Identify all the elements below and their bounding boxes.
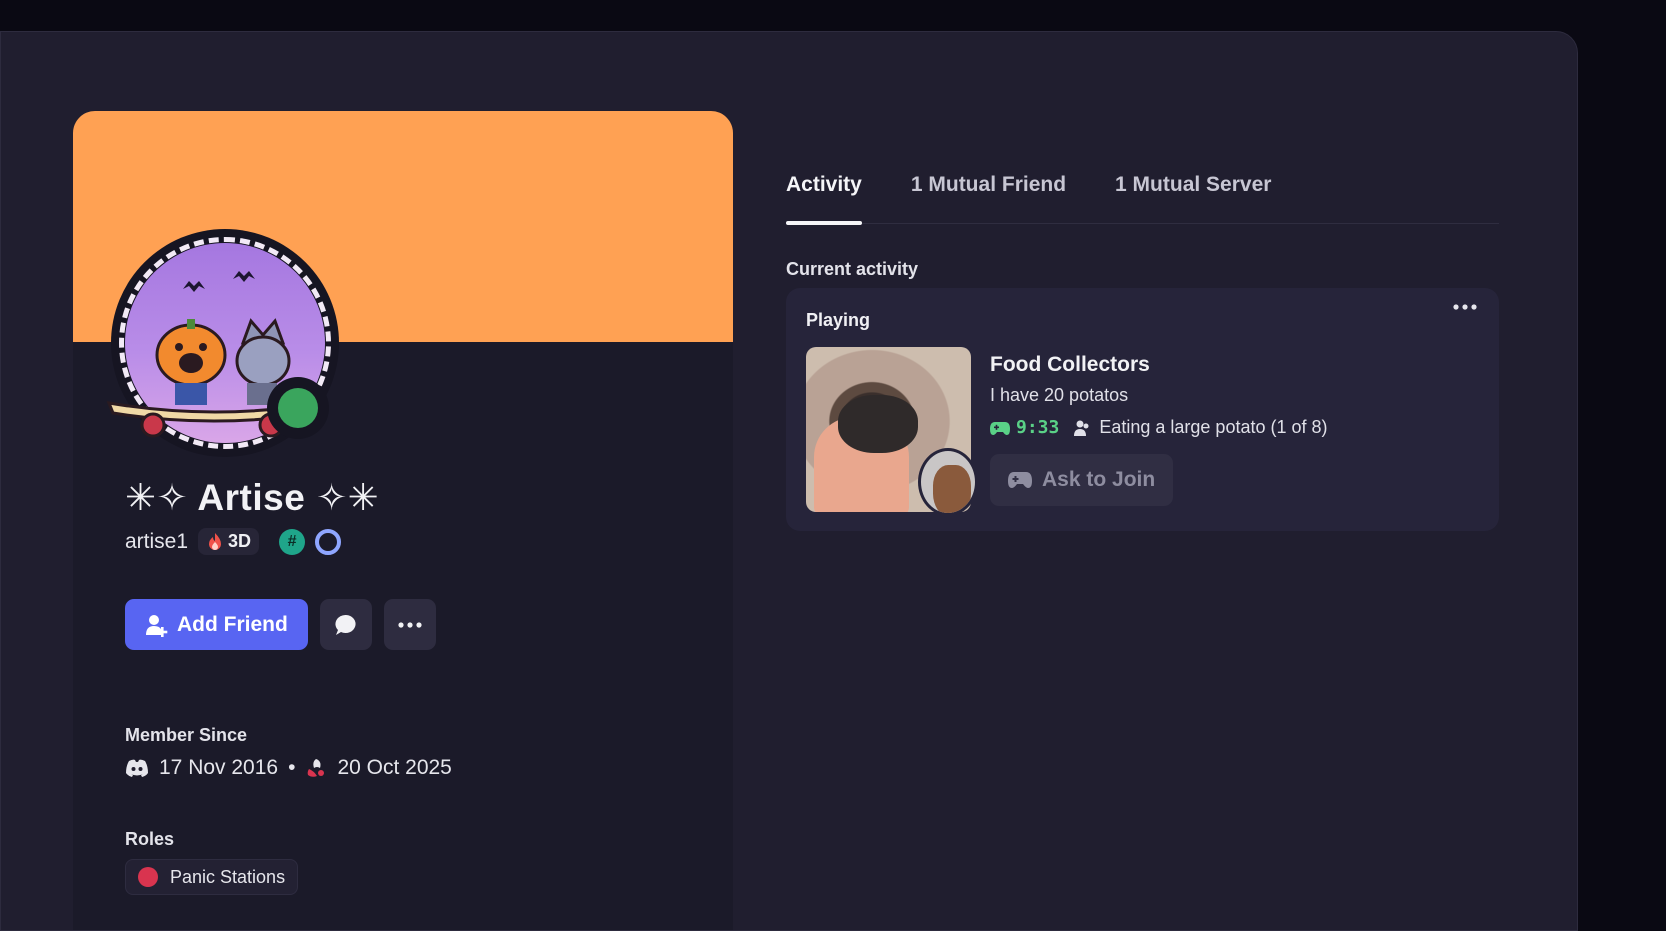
dog-shape — [933, 465, 971, 513]
ask-to-join-label: Ask to Join — [1042, 468, 1156, 491]
activity-more-button[interactable] — [1453, 304, 1477, 310]
member-since-row: 17 Nov 2016 • 20 Oct 2025 — [125, 756, 452, 780]
activity-card: Playing Food Collectors I have 20 potato… — [786, 288, 1499, 531]
roles-label: Roles — [125, 829, 175, 849]
tab-mutual-servers[interactable]: 1 Mutual Server — [1115, 135, 1271, 224]
discord-join-date: 17 Nov 2016 — [159, 756, 279, 779]
elapsed-time: 9:33 — [1016, 417, 1060, 438]
status-indicator — [267, 377, 329, 439]
flame-icon — [209, 532, 222, 550]
more-dots-icon — [1453, 304, 1477, 310]
more-options-button[interactable] — [383, 599, 436, 650]
server-join-date: 20 Oct 2025 — [337, 756, 452, 779]
avatar-container[interactable] — [106, 229, 339, 457]
more-dots-icon — [398, 621, 422, 628]
rat-shape — [838, 395, 918, 453]
party-icon — [1074, 420, 1089, 436]
username: artise1 — [125, 529, 189, 553]
profile-card: ✳︎✧ Artise ✧✳︎ artise1 3D # Add Friend M… — [73, 111, 733, 930]
ring-badge-icon[interactable] — [315, 528, 342, 555]
game-meta: 9:33 Eating a large potato (1 of 8) — [990, 417, 1328, 438]
online-status-dot — [278, 388, 318, 428]
username-row: artise1 3D # — [125, 528, 342, 555]
party-state: Eating a large potato (1 of 8) — [1099, 417, 1328, 437]
current-activity-label: Current activity — [786, 259, 919, 279]
ask-to-join-button[interactable]: Ask to Join — [990, 454, 1174, 506]
server-icon — [308, 759, 325, 777]
message-button[interactable] — [319, 599, 372, 650]
tab-activity[interactable]: Activity — [786, 135, 862, 225]
add-friend-button[interactable]: Add Friend — [125, 599, 308, 650]
add-user-icon — [146, 614, 168, 637]
hashtag-badge-icon[interactable]: # — [279, 528, 306, 555]
activity-status-label: Playing — [806, 310, 871, 330]
streak-badge[interactable]: 3D — [198, 528, 260, 555]
game-title: Food Collectors — [990, 353, 1150, 376]
chat-bubble-icon — [335, 614, 356, 635]
display-name: ✳︎✧ Artise ✧✳︎ — [125, 477, 380, 518]
role-chip[interactable]: Panic Stations — [125, 859, 299, 895]
add-friend-label: Add Friend — [177, 612, 288, 636]
game-small-image — [918, 448, 978, 516]
date-separator: • — [288, 756, 296, 779]
profile-tabs: Activity 1 Mutual Friend 1 Mutual Server — [786, 135, 1499, 225]
role-color-dot — [138, 867, 158, 887]
streak-label: 3D — [228, 531, 252, 551]
role-name: Panic Stations — [170, 866, 286, 887]
elapsed-timer: 9:33 — [990, 417, 1059, 438]
gamepad-icon — [1008, 472, 1032, 488]
member-since-label: Member Since — [125, 725, 248, 745]
profile-modal: ✳︎✧ Artise ✧✳︎ artise1 3D # Add Friend M… — [0, 31, 1578, 931]
profile-actions: Add Friend — [125, 599, 436, 650]
tab-mutual-friends[interactable]: 1 Mutual Friend — [911, 135, 1066, 224]
game-details: I have 20 potatos — [990, 385, 1129, 405]
discord-logo-icon — [126, 759, 148, 777]
gamepad-icon — [990, 421, 1010, 435]
